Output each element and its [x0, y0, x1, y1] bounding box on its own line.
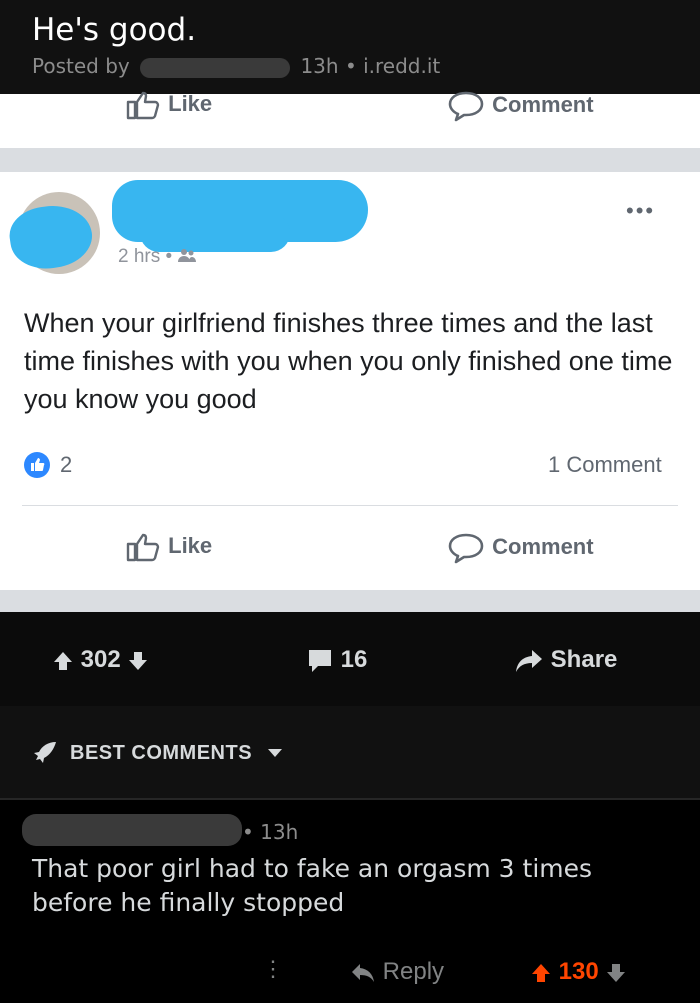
share-button[interactable]: Share — [514, 646, 617, 674]
fb-comment-button-top[interactable]: Comment — [446, 90, 594, 122]
fb-like-button-top[interactable]: Like — [126, 90, 212, 120]
comment-bubble-icon — [309, 649, 331, 672]
share-arrow-icon — [516, 649, 542, 672]
fb-post-text: When your girlfriend finishes three time… — [24, 308, 673, 414]
reply-button[interactable]: Reply — [350, 958, 444, 986]
like-reaction-icon — [24, 452, 50, 478]
post-source[interactable]: i.redd.it — [363, 54, 440, 78]
posted-by-label: Posted by — [32, 54, 130, 78]
sort-selector[interactable]: BEST COMMENTS — [70, 742, 284, 765]
comments-button[interactable]: 16 — [306, 646, 367, 674]
card-separator — [0, 590, 700, 612]
rocket-icon — [30, 740, 60, 771]
vote-control: 302 — [52, 646, 149, 674]
divider — [22, 505, 678, 506]
more-dots-icon[interactable]: ⋮ — [262, 956, 284, 982]
upvote-count: 302 — [80, 646, 121, 673]
post-time: 2 hrs • — [118, 246, 197, 268]
comment-text: That poor girl had to fake an orgasm 3 t… — [32, 854, 593, 917]
comment-count[interactable]: 1 Comment — [548, 452, 662, 478]
like-count[interactable]: 2 — [60, 452, 72, 478]
fb-like-button[interactable]: Like — [126, 532, 212, 562]
arrow-up-icon[interactable] — [530, 962, 552, 984]
arrow-up-icon[interactable] — [52, 650, 74, 672]
redacted-username — [140, 57, 291, 78]
chevron-down-icon — [268, 749, 283, 757]
arrow-down-icon[interactable] — [605, 962, 627, 984]
arrow-down-icon[interactable] — [127, 650, 149, 672]
fb-prev-actions — [0, 94, 700, 148]
post-age: 13h — [300, 54, 339, 78]
card-separator — [0, 148, 700, 172]
comment-score: 130 — [558, 958, 599, 985]
thumbs-up-icon — [126, 91, 160, 120]
fb-comment-button[interactable]: Comment — [446, 532, 594, 564]
friends-audience-icon — [178, 249, 197, 262]
comment-age: 13h — [260, 820, 299, 844]
post-meta: Posted by 13h • i.redd.it — [32, 54, 441, 78]
divider — [0, 798, 700, 800]
reply-arrow-icon — [352, 963, 374, 982]
comment-bubble-icon — [448, 91, 484, 122]
comment-meta: • 13h — [242, 820, 299, 844]
comment-vote-control: 130 — [530, 958, 627, 986]
post-title[interactable]: He's good. — [32, 12, 196, 48]
thumbs-up-icon — [126, 533, 160, 562]
redacted-commenter-name — [22, 814, 242, 846]
comment-bubble-icon — [448, 533, 484, 564]
more-dots-icon[interactable]: ••• — [626, 198, 655, 224]
